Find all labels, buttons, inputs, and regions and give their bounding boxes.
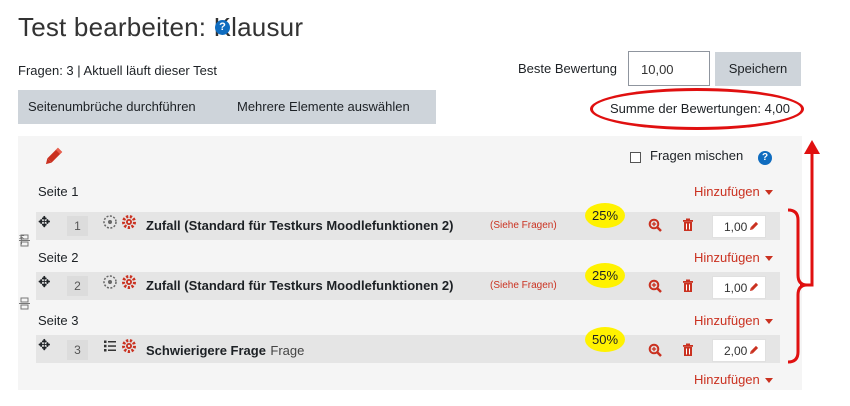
add-label: Hinzufügen <box>694 372 760 387</box>
question-mark: 1,00 <box>724 281 748 295</box>
percentage-badge: 25% <box>585 263 625 288</box>
random-question-icon <box>103 215 117 234</box>
question-number: 1 <box>67 216 88 236</box>
settings-gear-icon[interactable] <box>122 215 136 234</box>
page-label: Seite 3 <box>38 313 79 328</box>
see-questions-link[interactable]: (Siehe Fragen) <box>490 280 557 291</box>
add-menu-page-2[interactable]: Hinzufügen <box>694 250 773 265</box>
max-grade-input[interactable]: 10,00 <box>628 51 710 86</box>
caret-down-icon <box>764 378 773 384</box>
question-mark: 2,00 <box>724 344 748 358</box>
settings-gear-icon[interactable] <box>122 339 136 358</box>
question-title-group[interactable]: Schwierigere Frage Frage <box>146 342 304 360</box>
add-label: Hinzufügen <box>694 250 760 265</box>
add-menu-end[interactable]: Hinzufügen <box>694 372 773 387</box>
question-number: 2 <box>67 276 88 296</box>
annotation-bracket-arrow <box>787 140 820 364</box>
move-icon[interactable]: ✥ <box>38 336 51 354</box>
page-break-toggle-icon[interactable] <box>18 297 31 310</box>
question-number: 3 <box>67 340 88 360</box>
max-grade-label: Beste Bewertung <box>518 61 618 76</box>
question-title[interactable]: Zufall (Standard für Testkurs Moodlefunk… <box>146 218 453 233</box>
move-icon[interactable]: ✥ <box>38 213 51 231</box>
page-label: Seite 2 <box>38 250 79 265</box>
percentage-badge: 25% <box>585 203 625 228</box>
shuffle-checkbox[interactable] <box>630 152 641 163</box>
preview-icon[interactable] <box>648 279 662 298</box>
page-title: Test bearbeiten: Klausur <box>18 12 304 42</box>
quiz-info: Fragen: 3 | Aktuell läuft dieser Test <box>18 63 217 78</box>
delete-trash-icon[interactable] <box>682 218 694 236</box>
save-button[interactable]: Speichern <box>715 52 801 86</box>
question-title[interactable]: Schwierigere Frage <box>146 343 266 358</box>
question-mark: 1,00 <box>724 220 748 234</box>
page-label: Seite 1 <box>38 184 79 199</box>
question-type: Frage <box>270 343 305 358</box>
preview-icon[interactable] <box>648 343 662 362</box>
preview-icon[interactable] <box>648 218 662 237</box>
random-question-icon <box>103 275 117 294</box>
question-title[interactable]: Zufall (Standard für Testkurs Moodlefunk… <box>146 278 453 293</box>
select-multiple-button[interactable]: Mehrere Elemente auswählen <box>237 99 410 114</box>
help-icon[interactable]: ? <box>215 20 230 35</box>
page-break-toggle-icon[interactable] <box>18 234 31 247</box>
add-label: Hinzufügen <box>694 184 760 199</box>
move-icon[interactable]: ✥ <box>38 273 51 291</box>
see-questions-link[interactable]: (Siehe Fragen) <box>490 220 557 231</box>
highlight-ellipse <box>590 88 804 130</box>
delete-trash-icon[interactable] <box>682 279 694 297</box>
repaginate-button[interactable]: Seitenumbrüche durchführen <box>28 99 196 114</box>
edit-pencil-icon[interactable] <box>42 146 64 173</box>
add-menu-page-1[interactable]: Hinzufügen <box>694 184 773 199</box>
delete-trash-icon[interactable] <box>682 343 694 361</box>
percentage-badge: 50% <box>585 327 625 352</box>
multichoice-list-icon <box>103 339 117 358</box>
edit-mark-pencil-icon[interactable] <box>748 280 759 298</box>
add-menu-page-3[interactable]: Hinzufügen <box>694 313 773 328</box>
edit-mark-pencil-icon[interactable] <box>748 343 759 361</box>
shuffle-label: Fragen mischen <box>650 148 744 163</box>
settings-gear-icon[interactable] <box>122 275 136 294</box>
edit-mark-pencil-icon[interactable] <box>748 219 759 237</box>
add-label: Hinzufügen <box>694 313 760 328</box>
